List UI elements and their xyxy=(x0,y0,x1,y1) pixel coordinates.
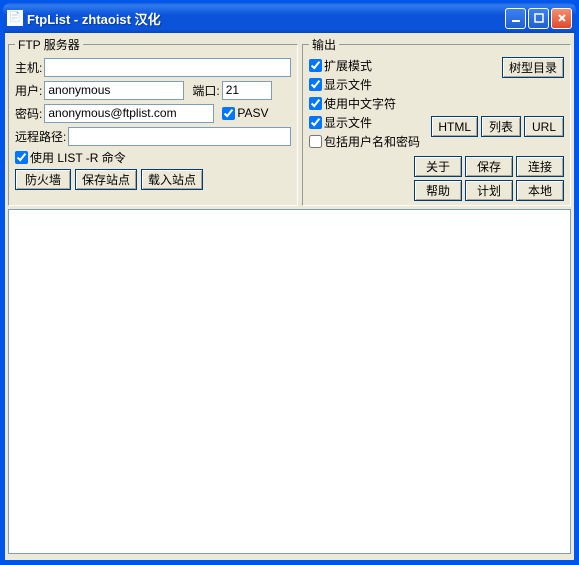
ext-mode-label: 扩展模式 xyxy=(324,57,372,74)
list-button[interactable]: 列表 xyxy=(481,116,521,137)
remote-path-input[interactable] xyxy=(68,127,291,146)
load-site-button[interactable]: 载入站点 xyxy=(141,169,203,190)
use-chinese-checkbox[interactable] xyxy=(309,97,322,110)
titlebar: 📄 FtpList - zhtaoist 汉化 xyxy=(3,3,576,33)
ftp-server-group: FTP 服务器 主机: 用户: 端口: 密码: PASV xyxy=(8,36,298,206)
local-button[interactable]: 本地 xyxy=(516,180,564,201)
output-legend: 输出 xyxy=(309,36,339,53)
client-area: FTP 服务器 主机: 用户: 端口: 密码: PASV xyxy=(3,33,576,562)
plan-button[interactable]: 计划 xyxy=(465,180,513,201)
use-list-r-checkbox[interactable] xyxy=(15,151,28,164)
user-input[interactable] xyxy=(44,81,184,100)
include-userpass-label: 包括用户名和密码 xyxy=(324,133,420,150)
use-chinese-label: 使用中文字符 xyxy=(324,95,396,112)
close-button[interactable] xyxy=(551,8,572,29)
include-userpass-checkbox[interactable] xyxy=(309,135,322,148)
about-button[interactable]: 关于 xyxy=(414,156,462,177)
port-input[interactable] xyxy=(222,81,272,100)
maximize-button[interactable] xyxy=(528,8,549,29)
top-panel: FTP 服务器 主机: 用户: 端口: 密码: PASV xyxy=(8,36,571,206)
save-site-button[interactable]: 保存站点 xyxy=(75,169,137,190)
ext-mode-checkbox[interactable] xyxy=(309,59,322,72)
window-buttons xyxy=(505,8,572,29)
output-textarea[interactable] xyxy=(8,209,571,554)
show-files-1-checkbox[interactable] xyxy=(309,78,322,91)
url-button[interactable]: URL xyxy=(524,116,564,137)
show-files-2-label: 显示文件 xyxy=(324,114,372,131)
window-title: FtpList - zhtaoist 汉化 xyxy=(27,9,505,28)
output-group: 输出 扩展模式 显示文件 使用中文字符 xyxy=(302,36,571,206)
show-files-2-checkbox[interactable] xyxy=(309,116,322,129)
app-icon: 📄 xyxy=(7,10,23,26)
use-list-r-label: 使用 LIST -R 命令 xyxy=(30,149,126,166)
firewall-button[interactable]: 防火墙 xyxy=(15,169,71,190)
password-input[interactable] xyxy=(44,104,214,123)
html-button[interactable]: HTML xyxy=(431,116,478,137)
pasv-checkbox[interactable] xyxy=(222,107,235,120)
user-label: 用户: xyxy=(15,82,42,99)
port-label: 端口: xyxy=(192,82,219,99)
host-input[interactable] xyxy=(44,58,291,77)
tree-button[interactable]: 树型目录 xyxy=(502,57,564,78)
show-files-1-label: 显示文件 xyxy=(324,76,372,93)
remote-path-label: 远程路径: xyxy=(15,128,66,145)
ftp-server-legend: FTP 服务器 xyxy=(15,36,83,53)
save-button[interactable]: 保存 xyxy=(465,156,513,177)
help-button[interactable]: 帮助 xyxy=(414,180,462,201)
pasv-label: PASV xyxy=(237,106,268,120)
host-label: 主机: xyxy=(15,59,42,76)
connect-button[interactable]: 连接 xyxy=(516,156,564,177)
password-label: 密码: xyxy=(15,105,42,122)
minimize-button[interactable] xyxy=(505,8,526,29)
